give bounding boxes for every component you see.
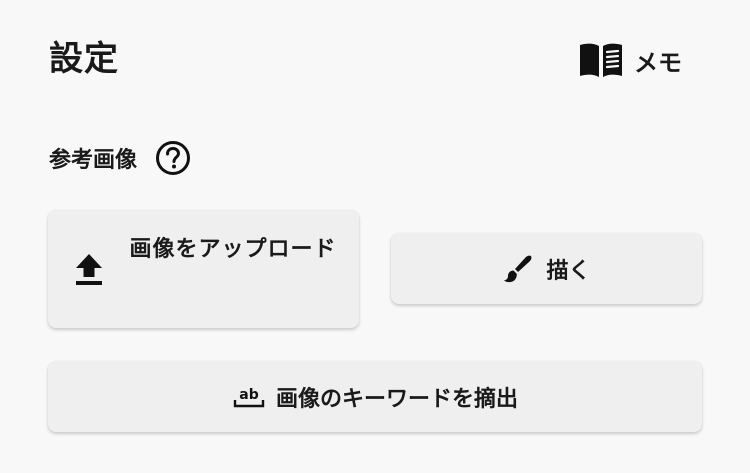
extract-keywords-button[interactable]: ab 画像のキーワードを摘出: [48, 361, 702, 432]
settings-panel: 設定 メモ 参考画像 画像をアップロード 描く ab 画像のキーワードを摘出: [0, 0, 750, 473]
draw-button[interactable]: 描く: [391, 233, 702, 304]
help-circle-icon[interactable]: [155, 140, 191, 176]
extract-keywords-label: 画像のキーワードを摘出: [275, 386, 518, 412]
draw-label: 描く: [546, 258, 591, 284]
upload-image-button[interactable]: 画像をアップロード: [48, 210, 359, 328]
reference-image-label: 参考画像: [49, 148, 138, 173]
memo-label: メモ: [634, 48, 682, 77]
reference-image-section: 参考画像: [49, 139, 191, 177]
upload-image-label: 画像をアップロード: [129, 237, 337, 262]
svg-text:ab: ab: [239, 387, 258, 403]
upload-icon: [76, 254, 102, 285]
brush-icon: [504, 255, 532, 282]
page-title: 設定: [49, 39, 119, 79]
text-abc-icon: ab: [233, 387, 265, 407]
memo-button[interactable]: メモ: [578, 40, 682, 80]
open-book-icon: [580, 43, 622, 77]
